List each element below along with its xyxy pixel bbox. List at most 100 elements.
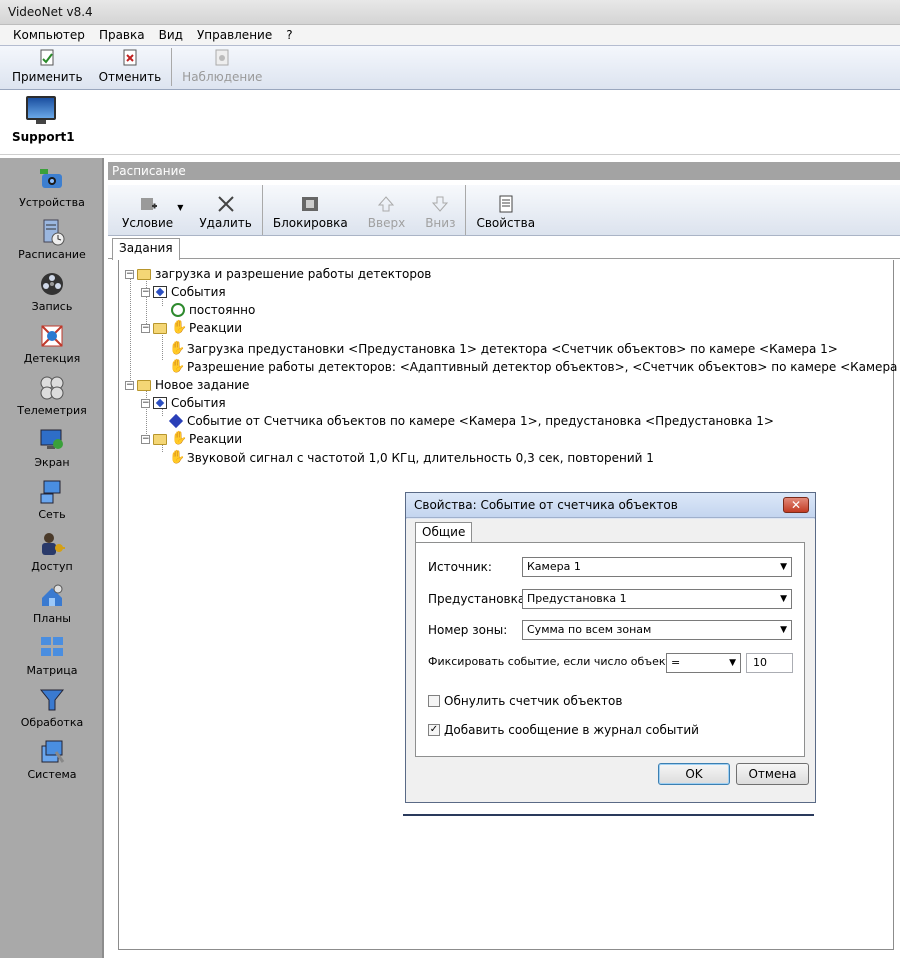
add-log-checkbox[interactable]: ✓ Добавить сообщение в журнал событий <box>428 723 699 737</box>
chevron-down-icon: ▼ <box>729 658 736 668</box>
up-button[interactable]: Вверх <box>358 185 415 235</box>
tree-node-task1[interactable]: − загрузка и разрешение работы детекторо… <box>125 265 431 283</box>
nav-detection-label: Детекция <box>23 352 81 365</box>
menu-edit[interactable]: Правка <box>92 28 152 42</box>
block-label: Блокировка <box>272 216 348 230</box>
monitor-icon <box>213 49 231 67</box>
reset-counter-checkbox[interactable]: Обнулить счетчик объектов <box>428 694 622 708</box>
arrow-up-icon <box>376 194 396 214</box>
computer-item[interactable]: Support1 <box>12 96 75 144</box>
menu-view[interactable]: Вид <box>152 28 190 42</box>
tree-node-task2[interactable]: − Новое задание <box>125 376 249 394</box>
nav-devices[interactable]: Устройства <box>0 166 104 209</box>
nav-access[interactable]: Доступ <box>0 530 104 573</box>
tree-node-reactions[interactable]: − ✋ Реакции <box>141 319 242 337</box>
dialog-title: Свойства: Событие от счетчика объектов <box>414 498 678 512</box>
screen-icon <box>38 426 66 454</box>
pane-title: Расписание <box>108 162 900 180</box>
collapse-icon[interactable]: − <box>125 380 134 390</box>
reaction2-label: Разрешение работы детекторов: <Адаптивны… <box>187 360 900 374</box>
tab-tasks[interactable]: Задания <box>112 238 180 260</box>
nav-telemetry-label: Телеметрия <box>17 404 87 417</box>
dialog-titlebar[interactable]: Свойства: Событие от счетчика объектов ✕ <box>406 493 815 518</box>
condition-dropdown-arrow[interactable]: ▼ <box>177 203 183 212</box>
events2-label: События <box>171 396 226 410</box>
close-button[interactable]: ✕ <box>783 497 809 513</box>
preset-select[interactable]: Предустановка 1 ▼ <box>522 589 792 609</box>
delete-button[interactable]: Удалить <box>189 185 262 235</box>
apply-button[interactable]: Применить <box>4 46 91 88</box>
devices-icon <box>38 166 66 194</box>
tree-node-reaction1[interactable]: ✋ Загрузка предустановки <Предустановка … <box>169 340 838 358</box>
left-nav: Устройства Расписание Запись Детекция Те… <box>0 158 104 958</box>
source-label: Источник: <box>428 560 492 574</box>
zone-label: Номер зоны: <box>428 623 508 637</box>
nav-detection[interactable]: Детекция <box>0 322 104 365</box>
count-input[interactable]: 10 <box>746 653 793 673</box>
nav-network-label: Сеть <box>38 508 66 521</box>
nav-schedule[interactable]: Расписание <box>0 218 104 261</box>
add-log-label: Добавить сообщение в журнал событий <box>444 723 699 737</box>
properties-button[interactable]: Свойства <box>466 185 545 235</box>
nav-screen-label: Экран <box>34 456 70 469</box>
down-button[interactable]: Вниз <box>415 185 465 235</box>
collapse-icon[interactable]: − <box>141 287 150 297</box>
operator-select[interactable]: = ▼ <box>666 653 741 673</box>
add-log-box[interactable]: ✓ <box>428 724 440 736</box>
computer-name: Support1 <box>12 130 75 144</box>
nav-processing[interactable]: Обработка <box>0 686 104 729</box>
tree-node-reaction2[interactable]: ✋ Разрешение работы детекторов: <Адаптив… <box>169 358 900 376</box>
block-button[interactable]: Блокировка <box>263 185 358 235</box>
menu-help[interactable]: ? <box>279 28 299 42</box>
menu-control[interactable]: Управление <box>190 28 279 42</box>
reactions2-label: Реакции <box>189 432 242 446</box>
collapse-icon[interactable]: − <box>141 323 150 333</box>
hand-icon: ✋ <box>171 320 188 335</box>
nav-system[interactable]: Система <box>0 738 104 781</box>
nav-processing-label: Обработка <box>20 716 84 729</box>
ok-button[interactable]: OK <box>658 763 730 785</box>
condition-label: Условие <box>122 216 174 230</box>
nav-schedule-label: Расписание <box>18 248 86 261</box>
properties-icon <box>496 194 516 214</box>
collapse-icon[interactable]: − <box>141 434 150 444</box>
dialog-body: Общие Источник: Камера 1 ▼ Предустановка… <box>406 519 815 802</box>
toolbar-separator <box>171 48 173 86</box>
tree-node-reactions2[interactable]: − ✋ Реакции <box>141 430 242 448</box>
source-select[interactable]: Камера 1 ▼ <box>522 557 792 577</box>
tree-node-events2[interactable]: − События <box>141 394 226 412</box>
delete-label: Удалить <box>199 216 252 230</box>
cancel-button[interactable]: Отменить <box>91 46 170 88</box>
reset-counter-box[interactable] <box>428 695 440 707</box>
chevron-down-icon: ▼ <box>780 625 787 635</box>
tree-node-events[interactable]: − События <box>141 283 226 301</box>
nav-screen[interactable]: Экран <box>0 426 104 469</box>
always-label: постоянно <box>189 303 256 317</box>
zone-select[interactable]: Сумма по всем зонам ▼ <box>522 620 792 640</box>
schedule-icon <box>38 218 66 246</box>
tree-node-event2[interactable]: Событие от Счетчика объектов по камере <… <box>168 412 774 430</box>
general-panel: Источник: Камера 1 ▼ Предустановка: Пред… <box>415 542 805 757</box>
nav-plans-label: Планы <box>33 612 71 625</box>
preset-label: Предустановка: <box>428 592 530 606</box>
tree-node-always[interactable]: постоянно <box>171 301 255 319</box>
nav-matrix[interactable]: Матрица <box>0 634 104 677</box>
monitor-button[interactable]: Наблюдение <box>174 46 270 88</box>
nav-plans[interactable]: Планы <box>0 582 104 625</box>
nav-record[interactable]: Запись <box>0 270 104 313</box>
collapse-icon[interactable]: − <box>125 269 134 279</box>
main-toolbar: Применить Отменить Наблюдение <box>0 46 900 90</box>
menu-computer[interactable]: Компьютер <box>6 28 92 42</box>
preset-value: Предустановка 1 <box>527 592 627 605</box>
apply-icon <box>38 49 56 67</box>
tree-node-reaction3[interactable]: ✋ Звуковой сигнал с частотой 1,0 КГц, дл… <box>169 449 654 467</box>
pane-tabbar: Задания <box>108 237 900 260</box>
condition-button[interactable]: Условие <box>112 185 183 235</box>
nav-network[interactable]: Сеть <box>0 478 104 521</box>
cancel-dialog-button[interactable]: Отмена <box>736 763 809 785</box>
nav-telemetry[interactable]: Телеметрия <box>0 374 104 417</box>
tab-general[interactable]: Общие <box>415 522 473 543</box>
collapse-icon[interactable]: − <box>141 398 150 408</box>
hand-icon: ✋ <box>169 359 186 374</box>
events-icon <box>153 397 167 409</box>
